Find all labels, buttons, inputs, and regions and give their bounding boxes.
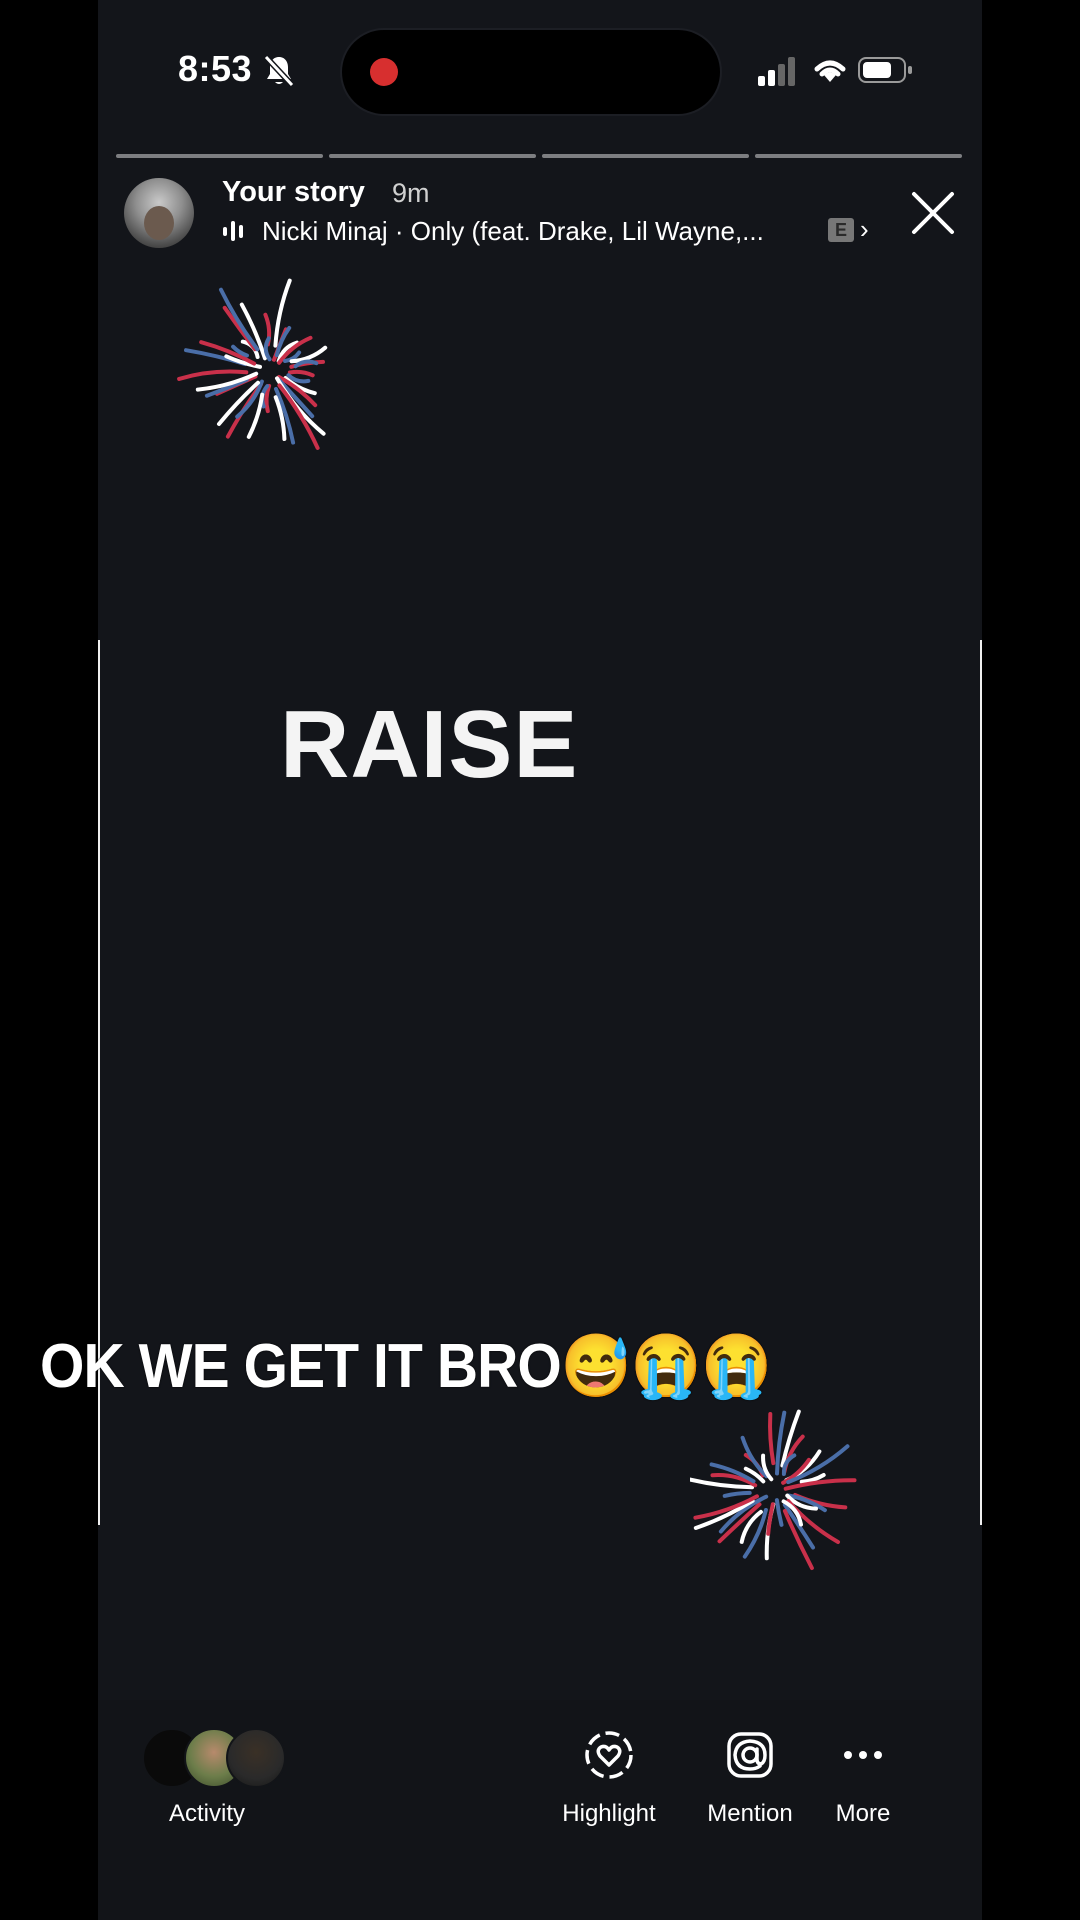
firework-streak xyxy=(766,1502,775,1536)
dynamic-island xyxy=(342,30,720,114)
avatar xyxy=(226,1728,286,1788)
wifi-icon xyxy=(814,60,846,82)
firework-streak xyxy=(768,1412,776,1466)
battery-icon xyxy=(858,57,912,83)
headline-text: RAISE xyxy=(280,691,579,798)
music-track-label: Nicki Minaj · Only (feat. Drake, Lil Way… xyxy=(262,215,764,246)
highlight-heart-icon[interactable] xyxy=(582,1728,636,1782)
audio-bars-icon xyxy=(223,221,243,241)
activity-button[interactable]: Activity xyxy=(142,1800,272,1828)
firework-streak xyxy=(287,369,315,378)
progress-segment xyxy=(329,154,536,158)
close-icon[interactable] xyxy=(908,188,958,238)
story-progress xyxy=(116,154,962,158)
bell-slash-icon xyxy=(263,54,295,88)
story-action-bar: Activity Highlight Mention More xyxy=(98,1700,982,1920)
recording-dot-icon xyxy=(370,58,398,86)
cellular-signal-icon xyxy=(758,57,795,86)
frame-edge-right xyxy=(980,640,982,1525)
firework-streak xyxy=(783,1478,857,1491)
progress-segment xyxy=(755,154,962,158)
mention-button[interactable]: Mention xyxy=(690,1800,810,1828)
firework-sticker[interactable] xyxy=(150,270,390,470)
activity-viewers[interactable] xyxy=(142,1728,302,1788)
story-age: 9m xyxy=(392,178,430,208)
chevron-right-icon[interactable]: › xyxy=(860,214,869,245)
caption-overlay: OK WE GET IT BRO😅😭😭 xyxy=(40,1332,772,1401)
firework-streak xyxy=(263,336,272,362)
mention-at-icon[interactable] xyxy=(723,1728,777,1782)
more-button[interactable]: More xyxy=(818,1800,908,1828)
firework-streak xyxy=(177,369,249,381)
highlight-button[interactable]: Highlight xyxy=(544,1800,674,1828)
clock: 8:53 xyxy=(178,48,253,89)
status-bar: 8:53 xyxy=(98,0,982,140)
firework-streak xyxy=(722,1490,752,1498)
progress-segment xyxy=(542,154,749,158)
more-dots-icon[interactable] xyxy=(836,1728,890,1782)
firework-streak xyxy=(219,287,260,352)
story-owner-label[interactable]: Your story xyxy=(222,176,365,209)
music-sticker[interactable]: Nicki Minaj · Only (feat. Drake, Lil Way… xyxy=(222,214,802,248)
avatar-face xyxy=(144,206,174,240)
firework-streak xyxy=(709,1462,756,1484)
firework-streak xyxy=(774,1498,784,1527)
firework-sticker[interactable] xyxy=(690,1385,860,1595)
progress-segment xyxy=(116,154,323,158)
avatar[interactable] xyxy=(124,178,194,248)
explicit-badge: E xyxy=(828,218,854,242)
story-header: Your story 9m Nicki Minaj · Only (feat. … xyxy=(98,170,982,260)
